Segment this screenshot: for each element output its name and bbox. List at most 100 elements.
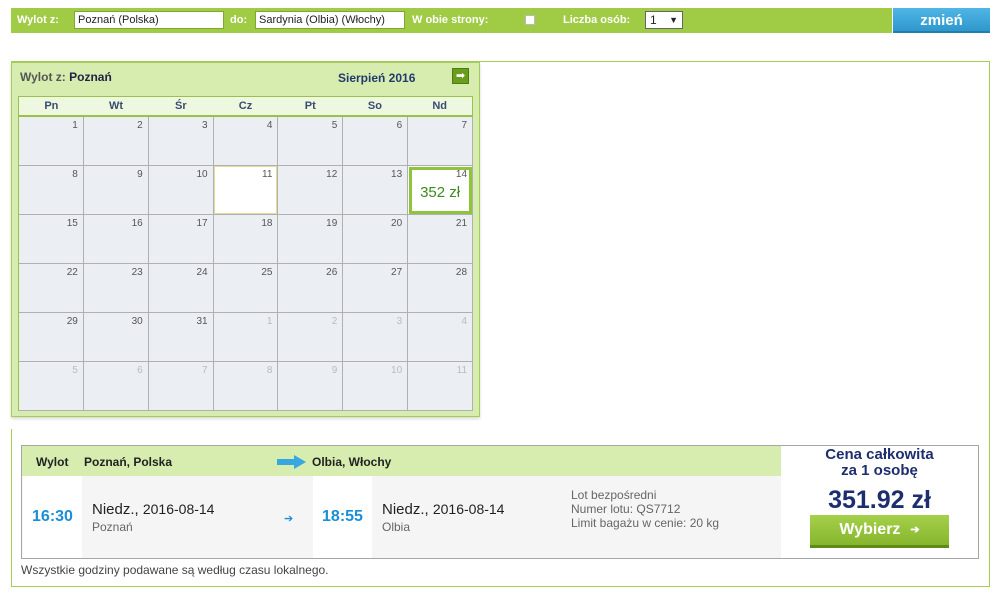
- select-flight-label: Wybierz: [839, 521, 901, 538]
- day-number: 10: [391, 365, 403, 376]
- day-number: 3: [396, 316, 403, 327]
- calendar-day[interactable]: 19: [278, 215, 344, 264]
- calendar-day[interactable]: 21: [408, 215, 474, 264]
- arrow-right-icon: ➔: [284, 513, 294, 525]
- day-number: 4: [266, 120, 273, 131]
- calendar-day[interactable]: 31: [148, 313, 214, 362]
- day-number: 16: [131, 218, 143, 229]
- next-month-arrow-icon[interactable]: ➡: [452, 68, 469, 84]
- calendar-day[interactable]: 13: [343, 166, 409, 215]
- calendar-day[interactable]: 3: [148, 117, 214, 166]
- calendar-day-other-month: 2: [278, 313, 344, 362]
- persons-value: 1: [650, 13, 657, 27]
- arrival-day: Niedz.,: [382, 501, 429, 518]
- calendar-weeks: 1 2 3 4 5 6 7 8 9 10 11 12 13 14 352 zł: [18, 116, 474, 411]
- day-number: 2: [137, 120, 143, 131]
- calendar-week: 22 23 24 25 26 27 28: [19, 264, 474, 313]
- calendar-panel: Wylot z: Poznań Sierpień 2016 ➡ Pn Wt Śr…: [11, 62, 480, 417]
- flight-header: Wylot Poznań, Polska Olbia, Włochy: [22, 446, 781, 476]
- calendar-day-today[interactable]: 11: [213, 166, 279, 215]
- day-number: 24: [196, 267, 208, 278]
- panel-gap: [11, 417, 481, 429]
- calendar-day[interactable]: 20: [343, 215, 409, 264]
- calendar-day[interactable]: 22: [19, 264, 84, 313]
- calendar-day-other-month: 11: [408, 362, 474, 411]
- day-number: 15: [66, 218, 78, 229]
- calendar-day[interactable]: 8: [19, 166, 84, 215]
- calendar-day[interactable]: 4: [213, 117, 279, 166]
- calendar-day-other-month: 7: [148, 362, 214, 411]
- calendar-day[interactable]: 18: [213, 215, 279, 264]
- calendar-day[interactable]: 30: [83, 313, 149, 362]
- to-input[interactable]: Sardynia (Olbia) (Włochy): [255, 11, 405, 29]
- day-number: 8: [266, 365, 273, 376]
- day-number: 3: [202, 120, 208, 131]
- day-number: 11: [456, 365, 468, 376]
- calendar-week: 5 6 7 8 9 10 11: [19, 362, 474, 411]
- flight-result: Wylot Poznań, Polska Olbia, Włochy 16:30…: [21, 445, 979, 559]
- day-number: 25: [261, 267, 273, 278]
- roundtrip-checkbox[interactable]: [525, 15, 535, 25]
- day-number: 6: [396, 120, 403, 131]
- persons-select[interactable]: 1 ▼: [645, 11, 683, 29]
- day-number: 12: [326, 169, 338, 180]
- day-number: 6: [137, 365, 143, 376]
- day-number: 4: [461, 316, 468, 327]
- day-number: 30: [131, 316, 143, 327]
- arrival-city: Olbia: [382, 520, 411, 534]
- select-flight-button[interactable]: Wybierz ➔: [810, 515, 949, 548]
- day-number: 19: [326, 218, 338, 229]
- calendar-day[interactable]: 24: [148, 264, 214, 313]
- calendar-month-label: Sierpień 2016: [338, 71, 416, 85]
- info-flight-number: Numer lotu: QS7712: [571, 502, 681, 516]
- day-number: 14: [455, 169, 468, 180]
- day-number: 9: [137, 169, 143, 180]
- calendar-day[interactable]: 17: [148, 215, 214, 264]
- calendar-day[interactable]: 15: [19, 215, 84, 264]
- change-search-button[interactable]: zmień: [893, 8, 990, 33]
- calendar-day[interactable]: 12: [278, 166, 344, 215]
- calendar-day[interactable]: 28: [408, 264, 474, 313]
- day-number: 17: [196, 218, 208, 229]
- calendar-day[interactable]: 6: [343, 117, 409, 166]
- calendar-day[interactable]: 23: [83, 264, 149, 313]
- calendar-day[interactable]: 2: [83, 117, 149, 166]
- weekday-sun: Nd: [432, 100, 447, 112]
- arrow-right-icon: ➔: [910, 524, 920, 536]
- calendar-day[interactable]: 9: [83, 166, 149, 215]
- from-input[interactable]: Poznań (Polska): [74, 11, 224, 29]
- price-total: 351.92 zł: [828, 486, 931, 514]
- calendar-day[interactable]: 7: [408, 117, 474, 166]
- day-number: 5: [331, 120, 338, 131]
- flight-details: 16:30 Niedz., 2016-08-14 Poznań ➔ 18:55 …: [22, 476, 781, 558]
- calendar-day[interactable]: 10: [148, 166, 214, 215]
- day-number: 1: [72, 120, 78, 131]
- day-number: 28: [455, 267, 468, 278]
- calendar-day[interactable]: 16: [83, 215, 149, 264]
- calendar-day[interactable]: 26: [278, 264, 344, 313]
- day-number: 7: [202, 365, 208, 376]
- day-number: 13: [391, 169, 403, 180]
- flight-destination: Olbia, Włochy: [312, 455, 392, 469]
- calendar-day[interactable]: 5: [278, 117, 344, 166]
- day-number: 22: [66, 267, 78, 278]
- calendar-week: 1 2 3 4 5 6 7: [19, 117, 474, 166]
- from-label: Wylot z:: [17, 14, 59, 26]
- price-caption-line1: Cena całkowita: [825, 446, 934, 463]
- day-price: 352 zł: [420, 184, 461, 201]
- calendar-day-other-month: 8: [213, 362, 279, 411]
- price-caption: Cena całkowita za 1 osobę: [781, 447, 978, 479]
- calendar-day[interactable]: 27: [343, 264, 409, 313]
- calendar-week: 15 16 17 18 19 20 21: [19, 215, 474, 264]
- day-number: 10: [196, 169, 208, 180]
- calendar-from-city: Poznań: [69, 70, 112, 84]
- day-number: 7: [461, 120, 468, 131]
- calendar-day[interactable]: 1: [19, 117, 84, 166]
- departure-date-value: 2016-08-14: [142, 501, 215, 517]
- calendar-day-selected[interactable]: 14 352 zł: [408, 166, 474, 215]
- day-number: 11: [262, 169, 273, 180]
- calendar-day[interactable]: 29: [19, 313, 84, 362]
- arrival-date: Niedz., 2016-08-14: [382, 501, 504, 518]
- calendar-day[interactable]: 25: [213, 264, 279, 313]
- roundtrip-label: W obie strony:: [412, 14, 489, 26]
